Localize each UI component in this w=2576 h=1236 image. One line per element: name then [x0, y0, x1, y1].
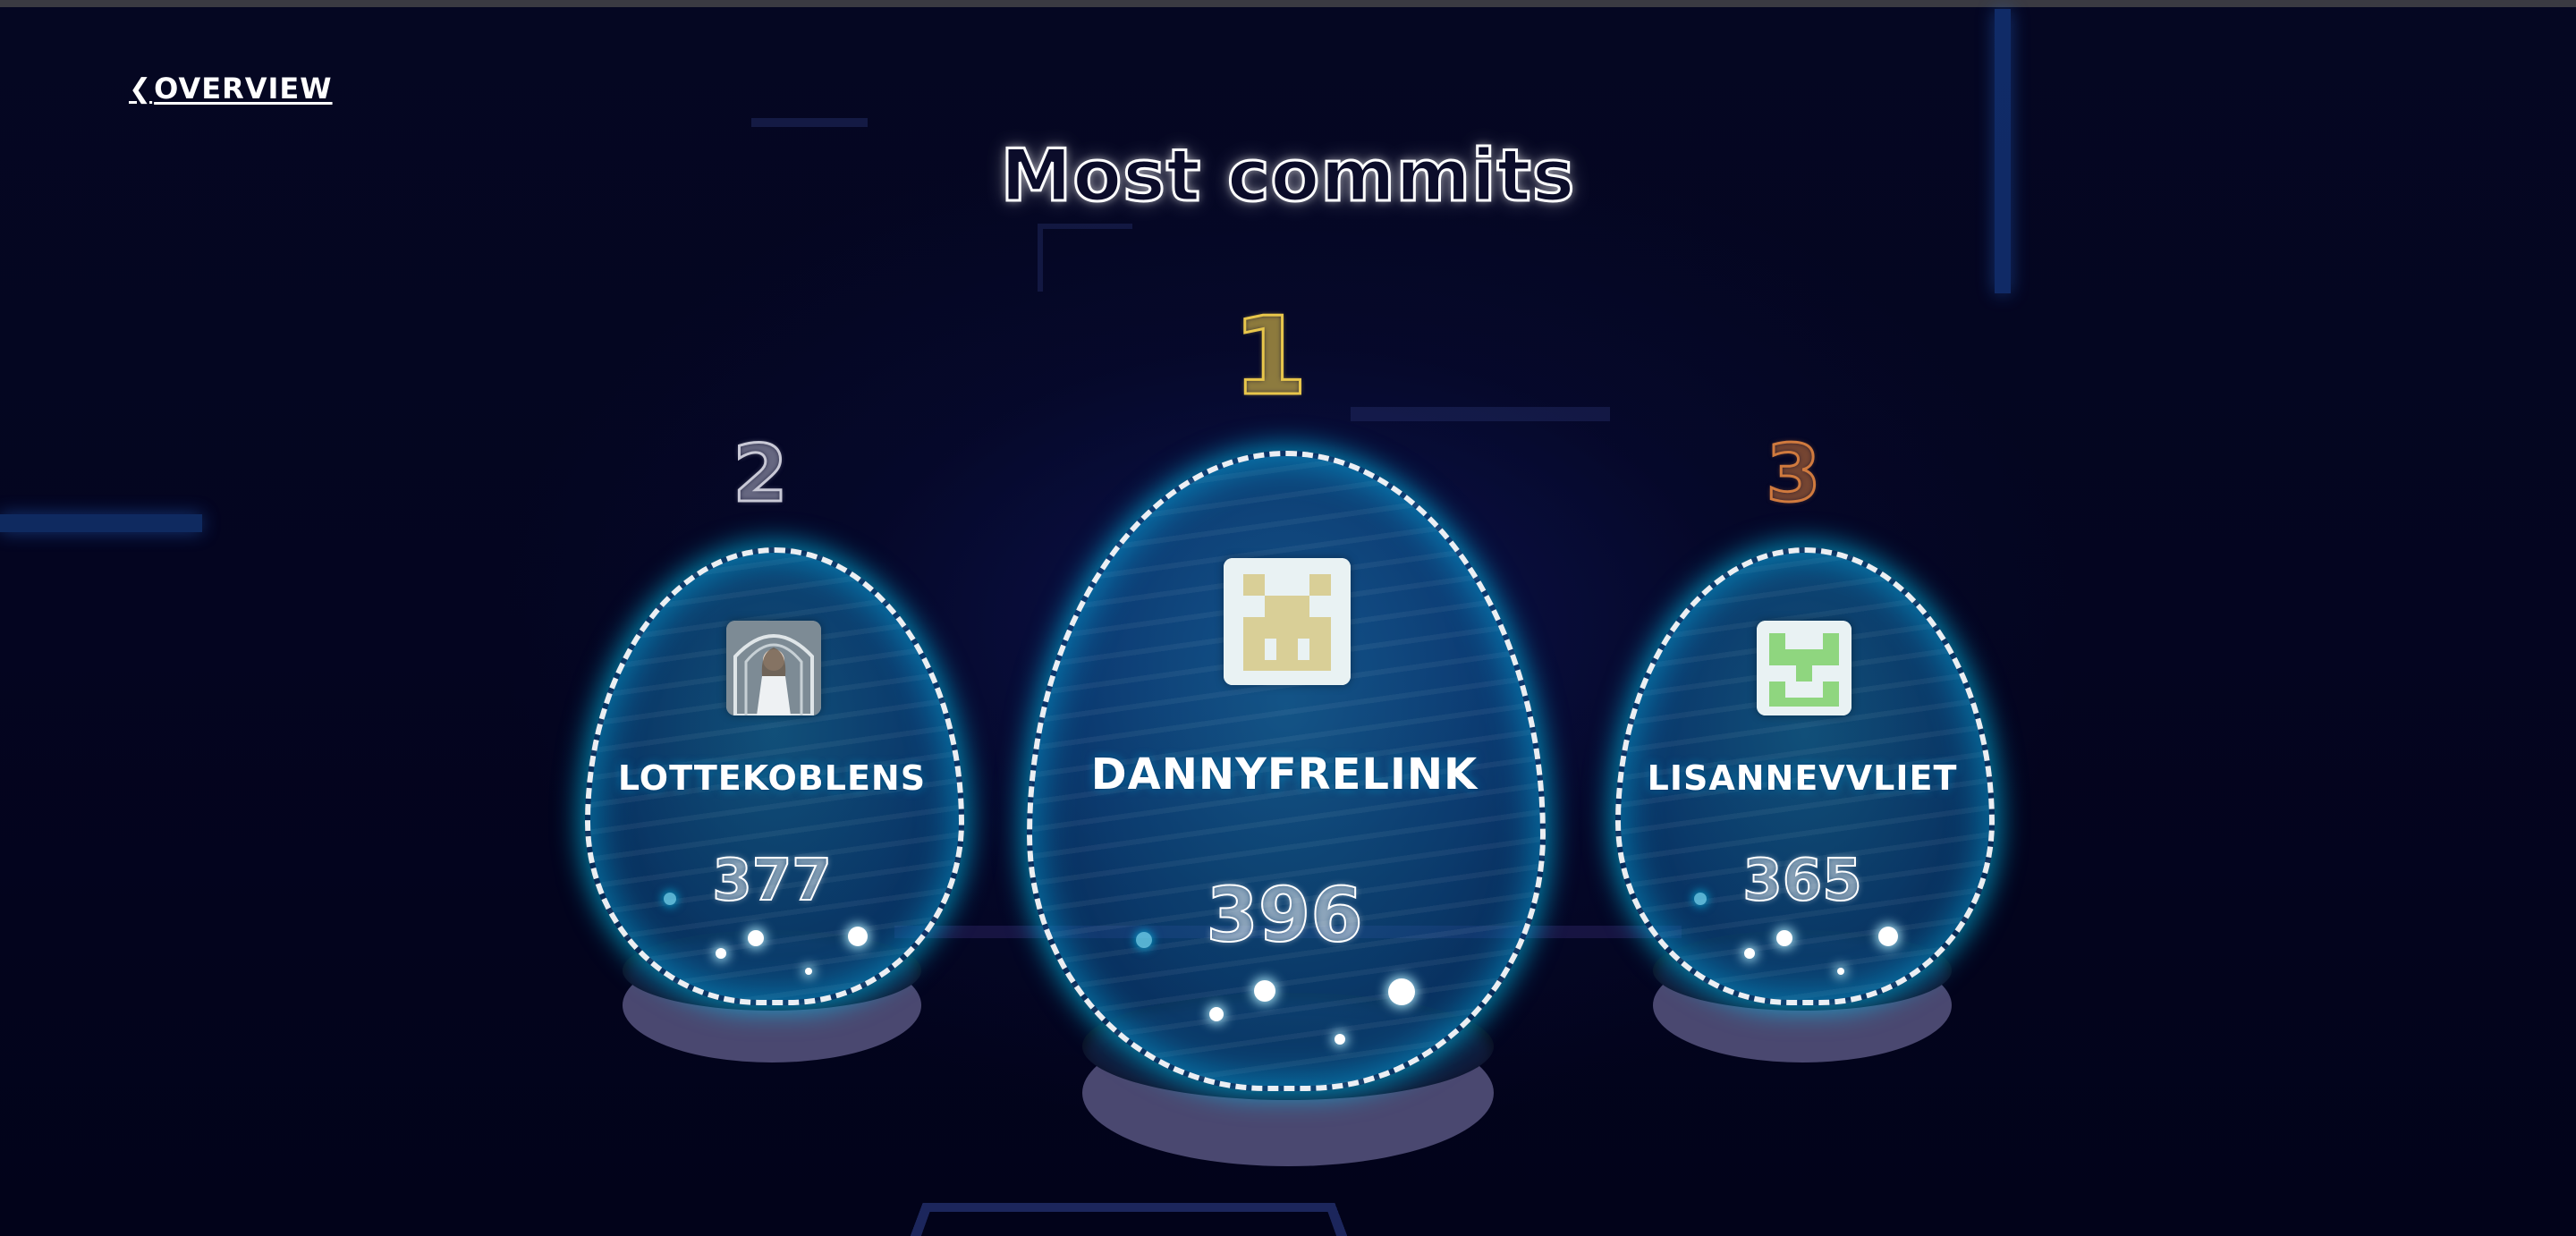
identicon-icon: [1757, 621, 1852, 715]
bubble: [1335, 1034, 1345, 1045]
rank-third: 3: [1765, 427, 1822, 521]
podium-second: LOTTEKOBLENS 377: [581, 537, 975, 1073]
bubble: [1254, 980, 1275, 1002]
bubble: [716, 948, 726, 959]
leaderboard-page: ❮ OVERVIEW Most commits 1 2 3 LOTTEKOBLE…: [0, 0, 2576, 1236]
chevron-left-icon: ❮: [129, 72, 153, 105]
decor-circuit-line: [751, 118, 868, 127]
bubble: [1837, 968, 1844, 975]
bubble: [664, 893, 676, 905]
podium-first: DANNYFRELINK 396: [1020, 447, 1556, 1181]
decor-neon-line: [0, 514, 202, 532]
username-third: LISANNEVVLIET: [1647, 758, 1958, 798]
person-photo-icon: [726, 621, 821, 715]
identicon-icon: [1224, 558, 1351, 685]
rank-second: 2: [732, 427, 789, 521]
username-first: DANNYFRELINK: [1090, 749, 1479, 800]
decor-circuit-line: [1351, 407, 1610, 421]
window-top-bar: [0, 0, 2576, 7]
rank-first: 1: [1232, 294, 1309, 421]
bubble: [1209, 1007, 1224, 1021]
commit-count-third: 365: [1741, 847, 1863, 915]
bubble: [1776, 930, 1792, 946]
username-second: LOTTEKOBLENS: [617, 758, 927, 798]
bubble: [848, 927, 868, 946]
bubble: [748, 930, 764, 946]
overview-back-label: OVERVIEW: [154, 72, 333, 106]
decor-circuit-line: [1038, 224, 1132, 292]
overview-back-link[interactable]: ❮ OVERVIEW: [129, 72, 333, 106]
bubble: [1136, 932, 1152, 948]
bubble: [1744, 948, 1755, 959]
decor-floor-frame: [901, 1202, 1357, 1236]
bubble: [1694, 893, 1707, 905]
podium-third: LISANNEVVLIET 365: [1610, 537, 2004, 1073]
bubble: [1388, 978, 1415, 1005]
commit-count-second: 377: [711, 847, 833, 915]
page-title: Most commits: [999, 133, 1576, 219]
avatar-identicon[interactable]: [1224, 558, 1351, 685]
bubble: [805, 968, 812, 975]
commit-count-first: 396: [1205, 870, 1363, 960]
avatar-photo[interactable]: [726, 621, 821, 715]
avatar-identicon[interactable]: [1757, 621, 1852, 715]
bubble: [1878, 927, 1898, 946]
